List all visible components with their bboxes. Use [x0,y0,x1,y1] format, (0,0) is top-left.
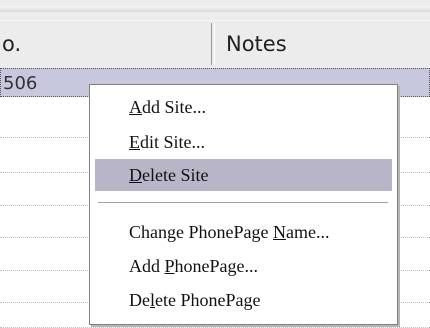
context-menu: Add Site... Edit Site... Delete Site Cha… [89,84,398,325]
list-header: o. Notes [0,20,430,69]
menu-label-part: dit Site... [140,132,206,152]
menu-label-part: ame... [285,222,330,242]
column-divider[interactable] [211,23,215,65]
menu-accelerator: P [164,256,175,276]
top-bar-shading [0,6,430,12]
menu-accelerator: D [129,165,142,185]
menu-label-part: Add [129,256,165,276]
menu-item-change-phonepage-name[interactable]: Change PhonePage Name... [95,216,392,248]
cell-no: 506 [3,73,38,94]
menu-label-part: Change PhonePage [129,222,273,242]
menu-item-edit-site[interactable]: Edit Site... [95,126,392,158]
menu-item-delete-phonepage[interactable]: Delete PhonePage [95,284,392,316]
menu-label-part: elete Site [142,165,209,185]
menu-label-part: ete PhonePage [155,290,261,310]
column-header-notes[interactable]: Notes [216,21,430,68]
menu-separator [98,202,388,204]
menu-item-delete-site[interactable]: Delete Site [95,159,392,191]
menu-label-part: honePage... [174,256,258,276]
menu-item-add-phonepage[interactable]: Add PhonePage... [95,250,392,282]
menu-label-part: dd Site... [142,97,207,117]
window-top-bar [0,0,430,21]
menu-accelerator: N [272,222,286,242]
menu-accelerator: A [129,97,142,117]
column-header-no[interactable]: o. [0,21,209,68]
menu-accelerator: E [129,132,140,152]
menu-item-add-site[interactable]: Add Site... [95,91,392,123]
menu-label-part: De [129,290,150,310]
